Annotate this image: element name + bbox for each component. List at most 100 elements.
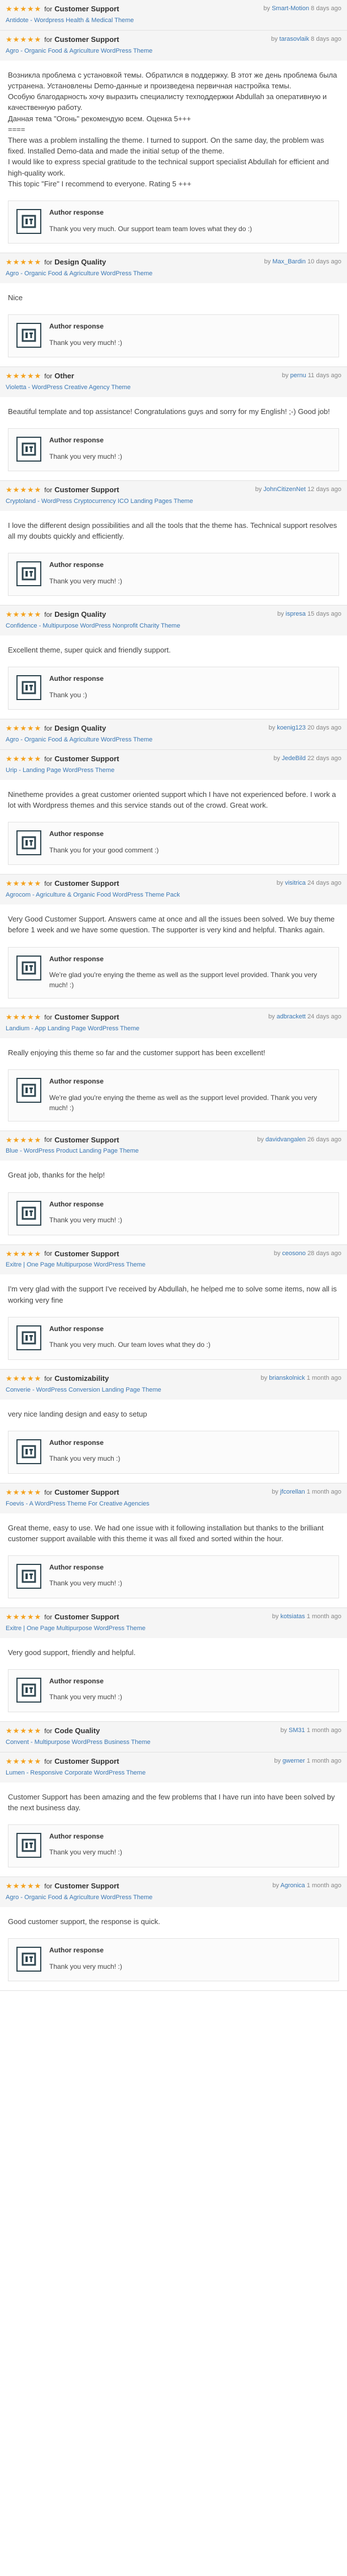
author-response-content: Author response Thank you very much! :) (49, 1832, 331, 1859)
for-label: for (44, 1136, 53, 1144)
review-meta: by visitrica 24 days ago (277, 879, 341, 888)
star-icon: ★ (12, 1882, 20, 1891)
star-icon: ★ (27, 724, 35, 733)
theme-link[interactable]: Exitre | One Page Multipurpose WordPress… (6, 1624, 341, 1634)
reviewer-username[interactable]: kotsiatas (280, 1613, 305, 1620)
reviewer-username[interactable]: SM31 (289, 1727, 305, 1734)
theme-link[interactable]: Urip - Landing Page WordPress Theme (6, 766, 341, 775)
reviewer-username[interactable]: koenig123 (277, 724, 306, 731)
review-card: ★★★★★ for Customer Support by visitrica … (0, 875, 347, 1009)
review-header: ★★★★★ for Other by pernu 11 days ago Vio… (0, 367, 347, 397)
review-category: Customer Support (54, 1135, 119, 1144)
reviewer-username[interactable]: gwerner (282, 1758, 305, 1764)
theme-link[interactable]: Foevis - A WordPress Theme For Creative … (6, 1500, 341, 1509)
for-label: for (44, 724, 53, 733)
theme-link[interactable]: Antidote - Wordpress Health & Medical Th… (6, 16, 341, 25)
review-text: I would like to express special gratitud… (8, 157, 329, 177)
review-text: Ninetheme provides a great customer orie… (8, 790, 336, 810)
by-label: by (274, 1757, 281, 1764)
reviewer-username[interactable]: Max_Bardin (272, 258, 306, 265)
author-response-message: Thank you very much! :) (49, 1693, 122, 1701)
author-response: Author response We're glad you're enying… (8, 1069, 339, 1121)
theme-link[interactable]: Agrocom - Agriculture & Organic Food Wor… (6, 891, 341, 900)
star-icon: ★ (12, 754, 20, 764)
theme-link[interactable]: Converie - WordPress Conversion Landing … (6, 1386, 341, 1395)
reviewer-username[interactable]: brianskolnick (269, 1375, 305, 1381)
theme-link[interactable]: Agro - Organic Food & Agriculture WordPr… (6, 1893, 341, 1903)
reviewer-username[interactable]: adbrackett (277, 1013, 306, 1020)
star-icon: ★ (27, 35, 35, 44)
review-header: ★★★★★ for Customer Support by JedeBild 2… (0, 750, 347, 780)
review-meta: by Max_Bardin 10 days ago (264, 258, 341, 267)
star-icon: ★ (20, 724, 27, 733)
theme-link[interactable]: Lumen - Responsive Corporate WordPress T… (6, 1769, 341, 1778)
review-category: Customer Support (54, 1756, 119, 1765)
review-time: 1 month ago (306, 1882, 341, 1890)
theme-link[interactable]: Landium - App Landing Page WordPress The… (6, 1025, 341, 1034)
theme-link[interactable]: Cryptoland - WordPress Cryptocurrency IC… (6, 497, 341, 506)
reviewer-username[interactable]: jfcorellan (280, 1489, 305, 1495)
reviewer-username[interactable]: Smart-Motion (272, 5, 309, 12)
by-label: by (257, 1136, 264, 1143)
author-response-message: Thank you very much! :) (49, 452, 122, 460)
reviewer-username[interactable]: JedeBild (282, 755, 306, 762)
theme-link[interactable]: Exitre | One Page Multipurpose WordPress… (6, 1261, 341, 1270)
review-text: I'm very glad with the support I've rece… (8, 1285, 337, 1304)
theme-link[interactable]: Confidence - Multipurpose WordPress Nonp… (6, 622, 341, 631)
author-response: Author response Thank you very much! :) (8, 1192, 339, 1235)
star-icon: ★ (12, 35, 20, 44)
reviewer-username[interactable]: ceosono (282, 1250, 306, 1257)
for-label: for (44, 35, 53, 44)
theme-link[interactable]: Agro - Organic Food & Agriculture WordPr… (6, 736, 341, 745)
by-label: by (264, 258, 271, 266)
theme-link[interactable]: Convent - Multipurpose WordPress Busines… (6, 1738, 341, 1747)
review-card: ★★★★★ for Customer Support by ceosono 28… (0, 1244, 347, 1370)
star-icon: ★ (6, 372, 13, 381)
reviewer-username[interactable]: visitrica (285, 880, 306, 886)
review-meta: by ceosono 28 days ago (274, 1249, 341, 1259)
review-text: Особую благодарность хочу выразить специ… (8, 92, 327, 112)
author-logo-icon (16, 561, 41, 587)
star-icon: ★ (20, 879, 27, 888)
star-icon: ★ (6, 1013, 13, 1022)
reviewer-username[interactable]: ispresa (286, 611, 306, 617)
review-meta: by davidvangalen 26 days ago (257, 1136, 341, 1145)
theme-link[interactable]: Blue - WordPress Product Landing Page Th… (6, 1147, 341, 1156)
for-label: for (44, 1726, 53, 1735)
star-icon: ★ (6, 1487, 13, 1496)
review-body: Beautiful template and top assistance! C… (0, 397, 347, 425)
review-card: ★★★★★ for Customizability by brianskolni… (0, 1369, 347, 1483)
review-body: I'm very glad with the support I've rece… (0, 1274, 347, 1313)
reviewer-username[interactable]: Agronica (280, 1882, 305, 1889)
author-response-content: Author response Thank you very much! :) (49, 1677, 331, 1704)
theme-link[interactable]: Agro - Organic Food & Agriculture WordPr… (6, 47, 341, 56)
review-meta: by gwerner 1 month ago (274, 1757, 341, 1766)
theme-link[interactable]: Agro - Organic Food & Agriculture WordPr… (6, 270, 341, 279)
by-label: by (268, 1013, 275, 1021)
review-meta: by Agronica 1 month ago (272, 1882, 341, 1891)
review-header: ★★★★★ for Customer Support by ceosono 28… (0, 1244, 347, 1275)
star-icon: ★ (20, 610, 27, 619)
star-icon: ★ (27, 610, 35, 619)
review-header: ★★★★★ for Code Quality by SM31 1 month a… (0, 1722, 347, 1752)
author-response-content: Author response Thank you very much! :) (49, 436, 331, 463)
author-logo-icon (16, 955, 41, 980)
star-icon: ★ (12, 724, 20, 733)
review-card: ★★★★★ for Customer Support by kotsiatas … (0, 1608, 347, 1722)
author-logo-icon (16, 1078, 41, 1103)
author-response: Author response Thank you very much. Our… (8, 1316, 339, 1360)
reviewer-username[interactable]: JohnCitizenNet (263, 486, 306, 493)
theme-link[interactable]: Violetta - WordPress Creative Agency The… (6, 383, 341, 393)
reviewer-username[interactable]: pernu (290, 372, 306, 379)
author-response-content: Author response Thank you very much :) (49, 1438, 331, 1465)
review-header: ★★★★★ for Customer Support by gwerner 1 … (0, 1752, 347, 1782)
review-card: ★★★★★ for Customer Support by Smart-Moti… (0, 0, 347, 31)
reviewer-username[interactable]: tarasovlaik (280, 36, 310, 42)
author-response: Author response Thank you very much! :) (8, 1938, 339, 1982)
star-icon: ★ (20, 35, 27, 44)
review-card: ★★★★★ for Design Quality by ispresa 15 d… (0, 605, 347, 720)
star-icon: ★ (6, 1882, 13, 1891)
author-response-message: Thank you very much! :) (49, 338, 122, 347)
reviewer-username[interactable]: davidvangalen (265, 1136, 306, 1143)
author-response-label: Author response (49, 436, 104, 445)
